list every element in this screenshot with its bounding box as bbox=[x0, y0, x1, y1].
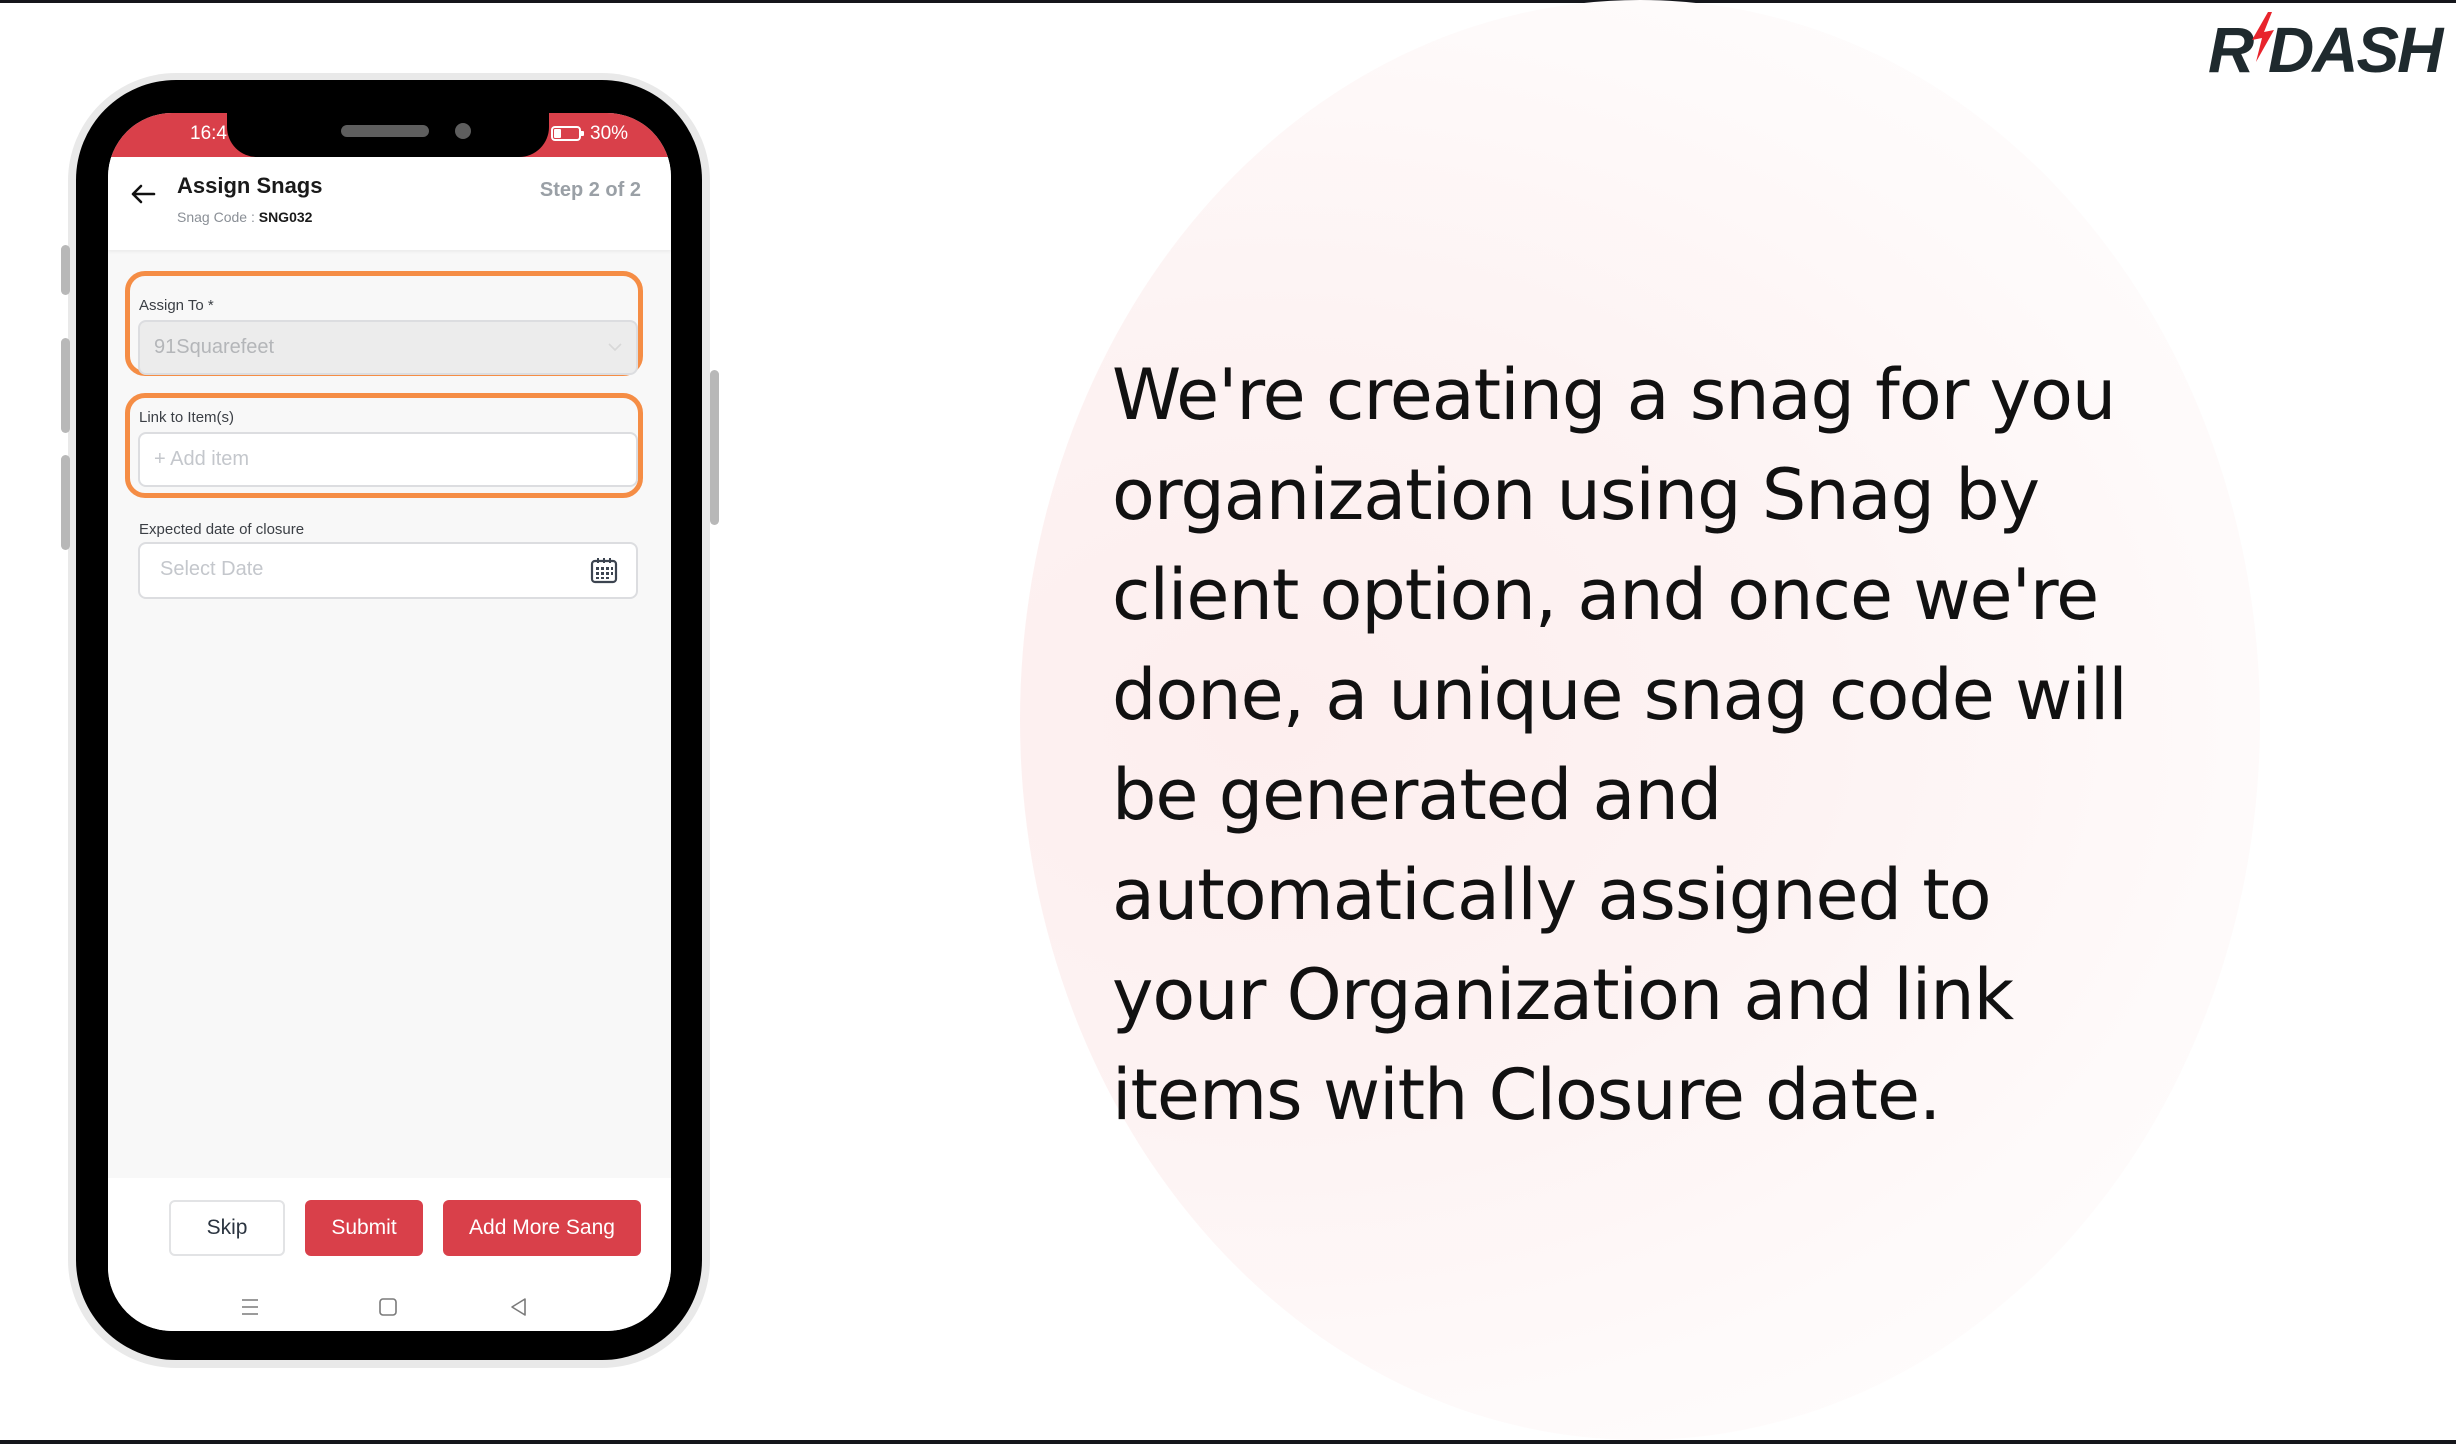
description-line: We're creating a snag for you bbox=[1112, 354, 2116, 436]
status-time: 16:4 bbox=[190, 123, 227, 144]
top-border bbox=[0, 0, 2456, 3]
skip-button[interactable]: Skip bbox=[169, 1200, 285, 1256]
description-line: items with Closure date. bbox=[1112, 1054, 1941, 1136]
description-line: be generated and bbox=[1112, 754, 1722, 836]
snag-code-value: SNG032 bbox=[258, 209, 313, 225]
snag-code-label: Snag Code : bbox=[177, 209, 255, 225]
menu-icon[interactable] bbox=[239, 1296, 261, 1318]
battery-icon bbox=[551, 126, 584, 141]
bottom-border bbox=[0, 1440, 2456, 1444]
action-footer: Skip Submit Add More Sang bbox=[108, 1178, 671, 1331]
back-triangle-icon[interactable] bbox=[508, 1296, 530, 1318]
phone-volume-button bbox=[61, 245, 70, 295]
description-line: your Organization and link bbox=[1112, 954, 2014, 1036]
phone-notch bbox=[227, 113, 549, 157]
calendar-icon[interactable] bbox=[590, 556, 618, 584]
lightning-bolt-icon bbox=[2252, 12, 2274, 62]
description-line: automatically assigned to bbox=[1112, 854, 1992, 936]
speaker-grille bbox=[341, 125, 429, 137]
snag-code: Snag Code : SNG032 bbox=[177, 209, 312, 225]
description-paragraph: We're creating a snag for you organizati… bbox=[1112, 345, 2212, 1145]
submit-button[interactable]: Submit bbox=[305, 1200, 423, 1256]
description-line: done, a unique snag code will bbox=[1112, 654, 2128, 736]
add-item-placeholder: + Add item bbox=[154, 448, 250, 470]
assign-to-select[interactable]: 91Squarefeet bbox=[138, 320, 638, 375]
page-title: Assign Snags bbox=[177, 173, 323, 198]
front-camera bbox=[455, 123, 471, 139]
chevron-down-icon bbox=[608, 343, 622, 352]
assign-to-label: Assign To * bbox=[139, 297, 214, 314]
back-arrow-icon[interactable] bbox=[128, 179, 158, 209]
closure-date-placeholder: Select Date bbox=[160, 558, 264, 580]
description-line: client option, and once we're bbox=[1112, 554, 2099, 636]
home-icon[interactable] bbox=[377, 1296, 399, 1318]
logo-text: R DASH bbox=[2208, 14, 2443, 86]
description-line: organization using Snag by bbox=[1112, 454, 2040, 536]
battery-percent: 30% bbox=[590, 123, 629, 144]
phone-screen: 16:4 30% Assign Snags Snag Code : SNG032… bbox=[108, 113, 671, 1331]
add-item-input[interactable]: + Add item bbox=[138, 432, 638, 487]
rdash-logo: R DASH bbox=[2208, 12, 2443, 86]
assign-to-value: 91Squarefeet bbox=[154, 336, 275, 358]
phone-volume-button bbox=[61, 338, 70, 433]
app-header: Assign Snags Snag Code : SNG032 Step 2 o… bbox=[108, 157, 671, 250]
phone-power-button bbox=[710, 370, 719, 525]
add-more-snag-button[interactable]: Add More Sang bbox=[443, 1200, 641, 1256]
link-items-label: Link to Item(s) bbox=[139, 409, 235, 426]
closure-date-label: Expected date of closure bbox=[139, 521, 305, 538]
step-indicator: Step 2 of 2 bbox=[539, 179, 641, 201]
closure-date-input[interactable]: Select Date bbox=[138, 542, 638, 599]
phone-volume-button bbox=[61, 455, 70, 550]
